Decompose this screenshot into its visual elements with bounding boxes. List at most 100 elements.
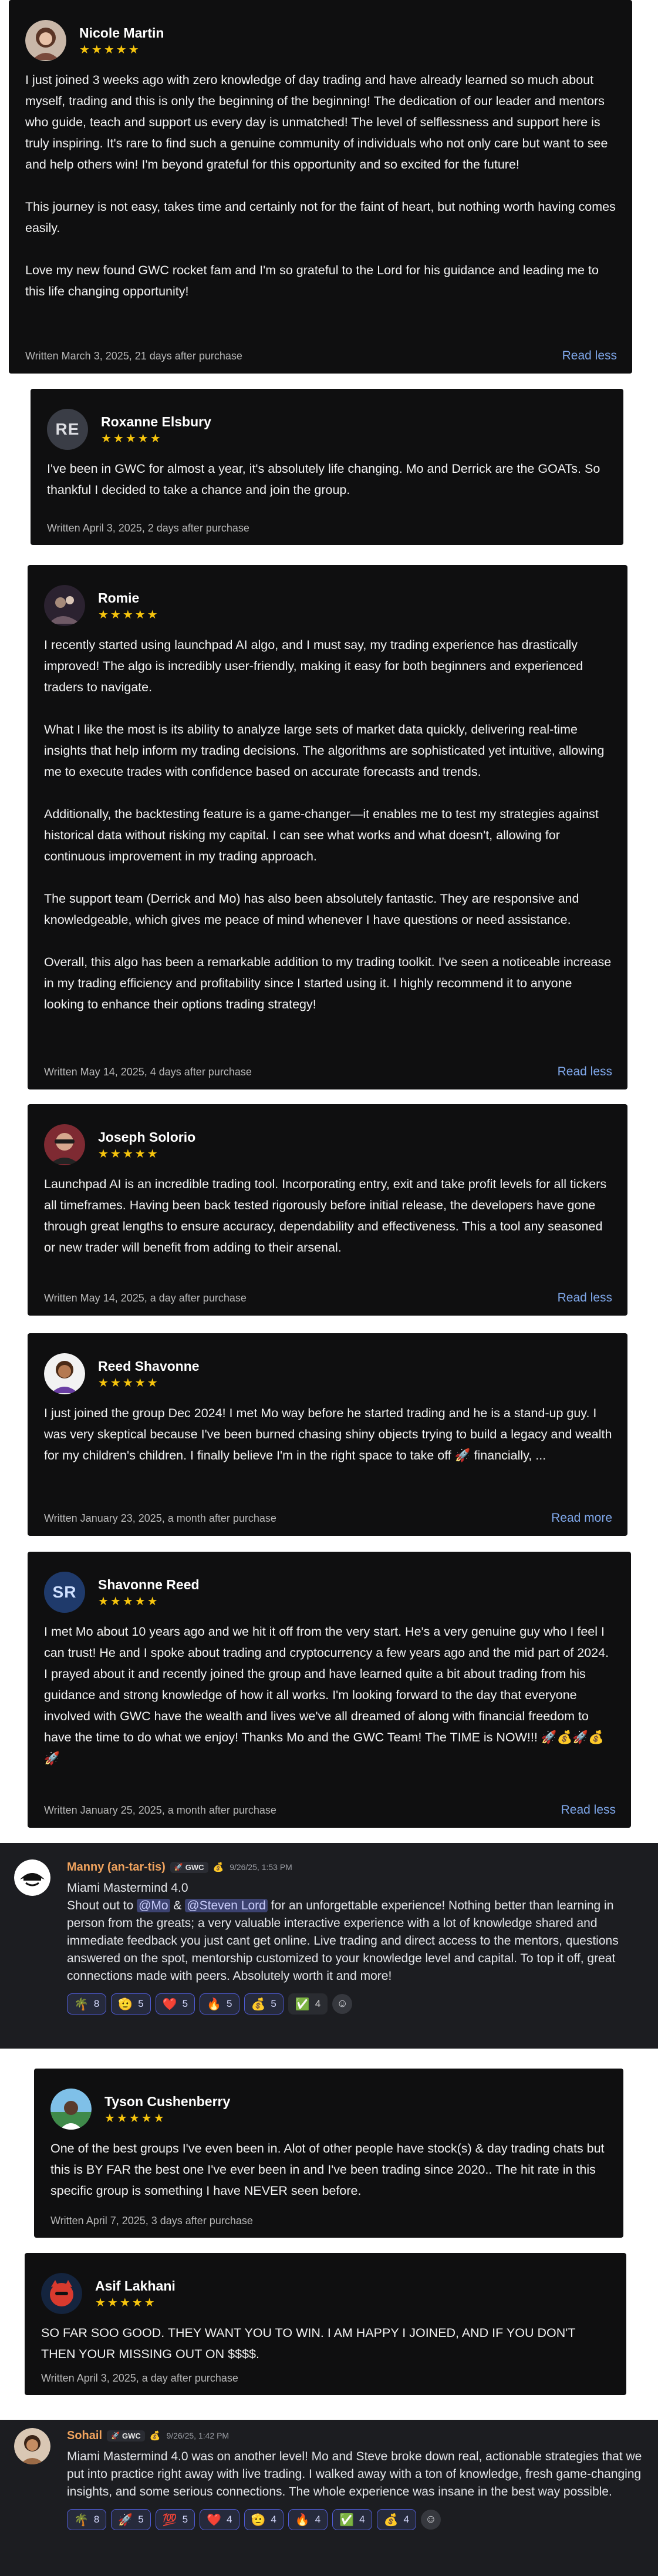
reviewer-name: Nicole Martin	[79, 25, 164, 41]
reaction-fire[interactable]: 🔥 4	[288, 2509, 328, 2530]
money-bag-icon: 💰	[251, 1997, 266, 2011]
reaction-bar: 🌴 8 🫡 5 ❤️ 5 🔥 5 💰 5 ✅ 4 ☺	[67, 1993, 643, 2015]
reaction-bar: 🌴 8 🚀 5 💯 5 ❤️ 4 🫡 4 🔥 4 ✅ 4 💰 4 ☺	[67, 2509, 643, 2530]
message-title: Miami Mastermind 4.0	[67, 1881, 188, 1895]
avatar: RE	[47, 409, 88, 450]
review-text: I recently started using launchpad AI al…	[44, 634, 612, 1015]
reaction-count: 8	[93, 2514, 100, 2525]
review-text: One of the best groups I've even been in…	[50, 2138, 608, 2201]
review-paragraph: I just joined 3 weeks ago with zero know…	[25, 73, 608, 171]
review-card: Tyson Cushenberry ★★★★★ One of the best …	[34, 2069, 623, 2238]
review-card: RE Roxanne Elsbury ★★★★★ I've been in GW…	[31, 389, 623, 545]
read-less-link[interactable]: Read less	[558, 1291, 612, 1305]
reaction-count: 4	[315, 1998, 321, 2009]
read-less-link[interactable]: Read less	[558, 1065, 612, 1079]
reaction-count: 5	[182, 2514, 188, 2525]
review-date: Written January 25, 2025, a month after …	[44, 1804, 276, 1816]
reviewer-name: Roxanne Elsbury	[101, 414, 211, 429]
reaction-count: 5	[138, 1998, 144, 2009]
reaction-count: 4	[403, 2514, 409, 2525]
reaction-count: 5	[227, 1998, 232, 2009]
message-timestamp: 9/26/25, 1:42 PM	[166, 2431, 230, 2440]
badge-label: GWC	[122, 2431, 141, 2440]
reaction-salute[interactable]: 🫡 5	[111, 1993, 151, 2015]
review-date: Written April 7, 2025, 3 days after purc…	[50, 2215, 253, 2227]
review-header: Nicole Martin ★★★★★	[25, 18, 617, 63]
review-paragraph: I met Mo about 10 years ago and we hit i…	[44, 1625, 609, 1765]
rocket-icon: 🚀	[118, 2513, 133, 2527]
reaction-count: 5	[182, 1998, 188, 2009]
avatar-initials: SR	[52, 1583, 77, 1601]
discord-username[interactable]: Manny (an-tar-tis)	[67, 1861, 166, 1874]
star-rating: ★★★★★	[79, 43, 141, 56]
review-card: Asif Lakhani ★★★★★ SO FAR SOO GOOD. THEY…	[25, 2253, 626, 2395]
message-fragment: &	[170, 1899, 185, 1912]
reaction-money-bag[interactable]: 💰 5	[244, 1993, 284, 2015]
review-card: Joseph Solorio ★★★★★ Launchpad AI is an …	[28, 1104, 627, 1316]
read-less-link[interactable]: Read less	[562, 349, 617, 363]
fire-icon: 🔥	[295, 2513, 310, 2527]
reaction-count: 4	[359, 2514, 365, 2525]
read-less-link[interactable]: Read less	[561, 1803, 616, 1817]
reviewer-name: Reed Shavonne	[98, 1358, 200, 1374]
reaction-palm-tree[interactable]: 🌴 8	[67, 1993, 107, 2015]
avatar	[44, 1124, 85, 1165]
rocket-icon: 🚀	[174, 1863, 183, 1871]
reaction-salute[interactable]: 🫡 4	[244, 2509, 284, 2530]
star-rating: ★★★★★	[101, 432, 163, 445]
reaction-palm-tree[interactable]: 🌴 8	[67, 2509, 107, 2530]
review-text: I just joined the group Dec 2024! I met …	[44, 1403, 612, 1466]
review-date: Written May 14, 2025, 4 days after purch…	[44, 1066, 252, 1078]
review-date: Written May 14, 2025, a day after purcha…	[44, 1292, 247, 1304]
review-paragraph: I recently started using launchpad AI al…	[44, 638, 583, 694]
reaction-heart[interactable]: ❤️ 4	[200, 2509, 239, 2530]
rocket-icon: 🚀	[111, 2432, 120, 2440]
reaction-fire[interactable]: 🔥 5	[200, 1993, 239, 2015]
review-text: I've been in GWC for almost a year, it's…	[47, 458, 608, 500]
reaction-check[interactable]: ✅ 4	[332, 2509, 372, 2530]
review-text: I met Mo about 10 years ago and we hit i…	[44, 1621, 616, 1769]
money-bag-icon: 💰	[383, 2513, 399, 2527]
star-rating: ★★★★★	[98, 1595, 160, 1608]
mention-steven-lord[interactable]: @Steven Lord	[185, 1899, 268, 1912]
reaction-count: 5	[138, 2514, 144, 2525]
review-text: SO FAR SOO GOOD. THEY WANT YOU TO WIN. I…	[41, 2322, 611, 2365]
review-paragraph: Additionally, the backtesting feature is…	[44, 807, 599, 863]
avatar	[14, 2428, 50, 2464]
avatar	[44, 585, 85, 626]
star-rating: ★★★★★	[98, 1148, 160, 1161]
avatar	[14, 1859, 50, 1896]
discord-username[interactable]: Sohail	[67, 2429, 102, 2443]
discord-message: Sohail 🚀 GWC 💰 9/26/25, 1:42 PM Miami Mas…	[0, 2420, 658, 2576]
reaction-count: 4	[271, 2514, 276, 2525]
review-paragraph: Launchpad AI is an incredible trading to…	[44, 1177, 607, 1255]
reviewer-name: Joseph Solorio	[98, 1129, 196, 1145]
review-date: Written January 23, 2025, a month after …	[44, 1512, 276, 1524]
avatar	[44, 1353, 85, 1394]
read-more-link[interactable]: Read more	[551, 1511, 612, 1525]
review-paragraph: I've been in GWC for almost a year, it's…	[47, 462, 600, 497]
review-paragraph: Love my new found GWC rocket fam and I'm…	[25, 263, 599, 298]
reaction-check[interactable]: ✅ 4	[288, 1993, 328, 2015]
reviewer-name: Romie	[98, 590, 140, 606]
review-card: Reed Shavonne ★★★★★ I just joined the gr…	[28, 1333, 627, 1536]
money-bag-icon: 💰	[212, 1862, 224, 1872]
review-paragraph: The support team (Derrick and Mo) has al…	[44, 892, 579, 927]
review-paragraph: Overall, this algo has been a remarkable…	[44, 955, 612, 1011]
avatar-initials: RE	[55, 420, 80, 438]
role-badge: 🚀 GWC	[170, 1861, 208, 1873]
reaction-rocket[interactable]: 🚀 5	[111, 2509, 151, 2530]
add-reaction-icon[interactable]: ☺	[421, 2510, 441, 2530]
check-mark-icon: ✅	[339, 2513, 355, 2527]
add-reaction-icon[interactable]: ☺	[332, 1994, 353, 2014]
reaction-heart[interactable]: ❤️ 5	[155, 1993, 195, 2015]
reaction-hundred[interactable]: 💯 5	[155, 2509, 195, 2530]
reviewer-name: Asif Lakhani	[95, 2278, 176, 2293]
badge-label: GWC	[185, 1862, 204, 1872]
message-timestamp: 9/26/25, 1:53 PM	[230, 1862, 292, 1872]
mention-mo[interactable]: @Mo	[137, 1899, 170, 1912]
heart-icon: ❤️	[207, 2513, 222, 2527]
reaction-money-bag[interactable]: 💰 4	[376, 2509, 416, 2530]
avatar	[41, 2273, 82, 2314]
reaction-count: 4	[315, 2514, 321, 2525]
